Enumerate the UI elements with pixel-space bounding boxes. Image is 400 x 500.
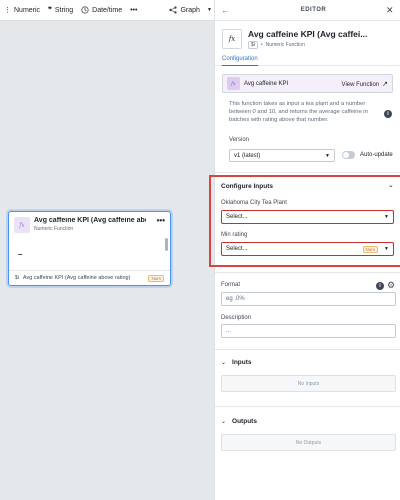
graph-dropdown[interactable]: Graph ▼ xyxy=(165,6,215,14)
info-icon[interactable]: i xyxy=(376,282,384,290)
node-scrollbar[interactable] xyxy=(165,238,168,251)
version-select[interactable]: v1 (latest) ▼ xyxy=(229,149,335,162)
format-input[interactable]: eg .0% xyxy=(221,292,396,306)
description-placeholder: ... xyxy=(226,328,232,334)
format-label: Format xyxy=(221,282,241,288)
gear-icon[interactable]: ⚙ xyxy=(387,280,395,291)
function-node[interactable]: fx Avg caffeine KPI (Avg caffeine above … xyxy=(8,211,171,286)
input2-placeholder: Select... xyxy=(226,246,248,252)
numeric-icon: ⋮ xyxy=(4,7,11,14)
datetime-label: Date/time xyxy=(92,6,123,14)
editor-header: ← EDITOR ✕ xyxy=(215,0,400,21)
tab-bar: Configuration xyxy=(215,54,400,66)
function-description: This function takes as input a tea plant… xyxy=(229,100,392,124)
caret-down-icon: ▼ xyxy=(206,7,212,13)
back-arrow-icon[interactable]: ← xyxy=(221,5,241,15)
section-divider xyxy=(215,406,400,407)
chevron-down-icon: ⌄ xyxy=(221,360,227,366)
numeric-badge: Num xyxy=(362,245,379,253)
input2-select[interactable]: Select... Num ▼ xyxy=(221,242,394,256)
description-input[interactable]: ... xyxy=(221,324,396,338)
chevron-down-icon[interactable]: ⌄ xyxy=(388,181,394,189)
outputs-empty-state: No Outputs xyxy=(221,434,396,451)
info-icon[interactable]: i xyxy=(384,110,392,118)
graph-canvas[interactable]: fx Avg caffeine KPI (Avg caffeine above … xyxy=(0,21,214,500)
node-value: – xyxy=(18,250,23,259)
caret-down-icon: ▼ xyxy=(384,214,389,220)
chevron-down-icon: ⌄ xyxy=(221,419,227,425)
function-header: fx Avg caffeine KPI (Avg caffei... $i • … xyxy=(215,21,400,49)
node-more-button[interactable]: ••• xyxy=(157,217,165,225)
dot-separator: • xyxy=(260,42,263,48)
view-function-link[interactable]: View Function ↗ xyxy=(342,80,388,88)
no-inputs-text: No Inputs xyxy=(297,380,320,387)
tab-configuration[interactable]: Configuration xyxy=(222,54,258,66)
node-subtitle: Numeric Function xyxy=(34,226,74,232)
caret-down-icon: ▼ xyxy=(384,246,389,252)
view-function-label: View Function xyxy=(341,81,380,88)
numeric-badge: Num xyxy=(148,274,164,282)
input2-label: Min rating xyxy=(221,232,248,238)
no-outputs-text: No Outputs xyxy=(295,439,322,446)
version-label: Version xyxy=(229,137,250,143)
top-toolbar: ⋮ Numeric ❞ String Date/time ••• Graph ▼ xyxy=(0,0,214,21)
string-label: String xyxy=(54,6,74,14)
close-icon[interactable]: ✕ xyxy=(386,5,394,16)
inputs-empty-state: No Inputs xyxy=(221,375,396,392)
version-value: v1 (latest) xyxy=(234,152,261,159)
input1-select[interactable]: Select... ▼ xyxy=(221,210,394,224)
external-link-icon: ↗ xyxy=(382,80,388,88)
auto-update-toggle[interactable] xyxy=(342,151,355,159)
string-button[interactable]: ❞ String xyxy=(44,6,77,15)
toolbar-more-button[interactable]: ••• xyxy=(126,7,141,14)
section-divider xyxy=(215,272,400,273)
function-icon: fx xyxy=(222,29,242,49)
function-title: Avg caffeine KPI (Avg caffei... xyxy=(248,29,368,39)
caret-down-icon: ▼ xyxy=(325,152,330,159)
function-type: Numeric Function xyxy=(265,42,305,48)
clock-icon xyxy=(81,6,89,14)
variable-tag: $i xyxy=(15,275,19,281)
function-icon: fx xyxy=(14,217,30,233)
node-footer-label: Avg caffeine KPI (Avg caffeine above rat… xyxy=(22,275,131,281)
quote-icon: ❞ xyxy=(48,7,52,14)
function-card-label: Avg caffeine KPI xyxy=(244,80,289,87)
outputs-section-header[interactable]: ⌄ Outputs xyxy=(221,418,257,425)
function-card: fx Avg caffeine KPI View Function ↗ xyxy=(222,74,393,93)
graph-icon xyxy=(169,6,178,14)
node-title: Avg caffeine KPI (Avg caffeine above ... xyxy=(34,217,146,224)
inputs-section-header[interactable]: ⌄ Inputs xyxy=(221,359,252,366)
editor-title: EDITOR xyxy=(300,7,327,13)
input1-label: Oklahoma City Tea Plant xyxy=(221,200,287,206)
variable-chip: $i xyxy=(248,41,258,49)
datetime-button[interactable]: Date/time xyxy=(77,6,126,14)
configure-inputs-title: Configure Inputs xyxy=(221,183,273,190)
function-description-text: This function takes as input a tea plant… xyxy=(229,101,368,123)
input1-placeholder: Select... xyxy=(226,214,248,220)
graph-label: Graph xyxy=(180,6,200,14)
description-label: Description xyxy=(221,315,252,321)
outputs-section-title: Outputs xyxy=(232,418,257,425)
function-icon: fx xyxy=(227,77,240,90)
numeric-label: Numeric xyxy=(14,6,41,14)
format-placeholder: eg .0% xyxy=(226,296,245,302)
auto-update-label: Auto-update xyxy=(360,152,393,158)
numeric-button[interactable]: ⋮ Numeric xyxy=(0,6,44,15)
inputs-section-title: Inputs xyxy=(232,359,252,366)
section-divider xyxy=(215,172,400,173)
node-footer: $i Avg caffeine KPI (Avg caffeine above … xyxy=(9,270,170,285)
section-divider xyxy=(215,349,400,350)
